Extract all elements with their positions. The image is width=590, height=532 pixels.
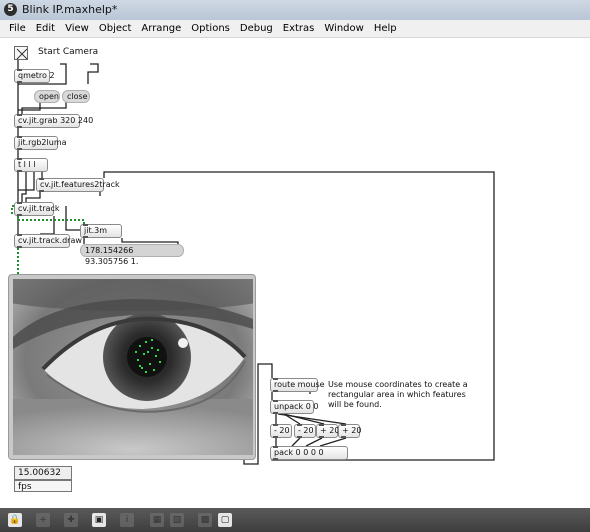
menu-bar: File Edit View Object Arrange Options De… xyxy=(0,20,590,38)
jit-pwindow[interactable] xyxy=(8,274,256,460)
eye-image xyxy=(13,279,253,455)
open-message[interactable]: open xyxy=(34,90,60,103)
menu-view[interactable]: View xyxy=(60,23,94,34)
fps-number-box[interactable]: 15.00632 xyxy=(14,466,72,480)
close-message[interactable]: close xyxy=(62,90,90,103)
app-icon: 5 xyxy=(4,3,17,16)
eye-video-frame[interactable] xyxy=(13,279,253,455)
start-camera-toggle[interactable] xyxy=(14,46,28,60)
windows-icon[interactable]: ▦ xyxy=(150,513,164,527)
plus-20-object-b[interactable]: + 20 xyxy=(338,424,361,438)
info-icon[interactable]: i xyxy=(120,513,134,527)
snap-icon[interactable]: ▩ xyxy=(198,513,212,527)
menu-options[interactable]: Options xyxy=(186,23,235,34)
menu-help[interactable]: Help xyxy=(369,23,402,34)
grid-icon[interactable]: ✚ xyxy=(64,513,78,527)
zoom-icon[interactable]: ▢ xyxy=(218,513,232,527)
menu-edit[interactable]: Edit xyxy=(31,23,60,34)
patcher-toolbar: 🔒 + ✚ ▣ i ▦ ▧ ▩ ▢ xyxy=(0,508,590,532)
menu-extras[interactable]: Extras xyxy=(278,23,320,34)
new-object-icon[interactable]: + xyxy=(36,513,50,527)
jit-rgb2luma-object[interactable]: jit.rgb2luma xyxy=(14,136,67,150)
cv-jit-features2track-object[interactable]: cv.jit.features2track xyxy=(36,178,120,192)
cv-jit-grab-object[interactable]: cv.jit.grab 320 240 xyxy=(14,114,93,128)
cv-jit-track-object[interactable]: cv.jit.track xyxy=(14,202,60,216)
unpack-object[interactable]: unpack 0 0 xyxy=(270,400,318,414)
stats-message[interactable]: 178.154266 93.305756 1. xyxy=(80,244,184,266)
start-camera-label: Start Camera xyxy=(38,47,99,57)
patcher-canvas[interactable]: Start Camera qmetro 2 open close cv.jit.… xyxy=(0,38,590,508)
palette-icon[interactable]: ▧ xyxy=(170,513,184,527)
trigger-object[interactable]: t l l l xyxy=(14,158,48,172)
plus-20-object-a[interactable]: + 20 xyxy=(316,424,339,438)
minus-20-object-a[interactable]: - 20 xyxy=(270,424,292,438)
fps-label: fps xyxy=(14,480,72,492)
cv-jit-track-draw-object[interactable]: cv.jit.track.draw xyxy=(14,234,82,248)
mouse-instructions-comment: Use mouse coordinates to create a rectan… xyxy=(328,380,468,409)
minus-20-object-b[interactable]: - 20 xyxy=(294,424,316,438)
lock-icon[interactable]: 🔒 xyxy=(8,513,22,527)
pack-object[interactable]: pack 0 0 0 0 xyxy=(270,446,348,460)
route-mouse-object[interactable]: route mouse xyxy=(270,378,325,392)
menu-arrange[interactable]: Arrange xyxy=(136,23,186,34)
x-toggle-icon xyxy=(16,48,28,60)
menu-window[interactable]: Window xyxy=(319,23,368,34)
menu-debug[interactable]: Debug xyxy=(235,23,278,34)
qmetro-object[interactable]: qmetro 2 xyxy=(14,69,55,83)
presentation-icon[interactable]: ▣ xyxy=(92,513,106,527)
jit-3m-object[interactable]: jit.3m xyxy=(80,224,122,238)
title-bar: 5 Blink IP.maxhelp* xyxy=(0,0,590,20)
menu-file[interactable]: File xyxy=(4,23,31,34)
window-title: Blink IP.maxhelp* xyxy=(22,3,118,16)
menu-object[interactable]: Object xyxy=(94,23,137,34)
